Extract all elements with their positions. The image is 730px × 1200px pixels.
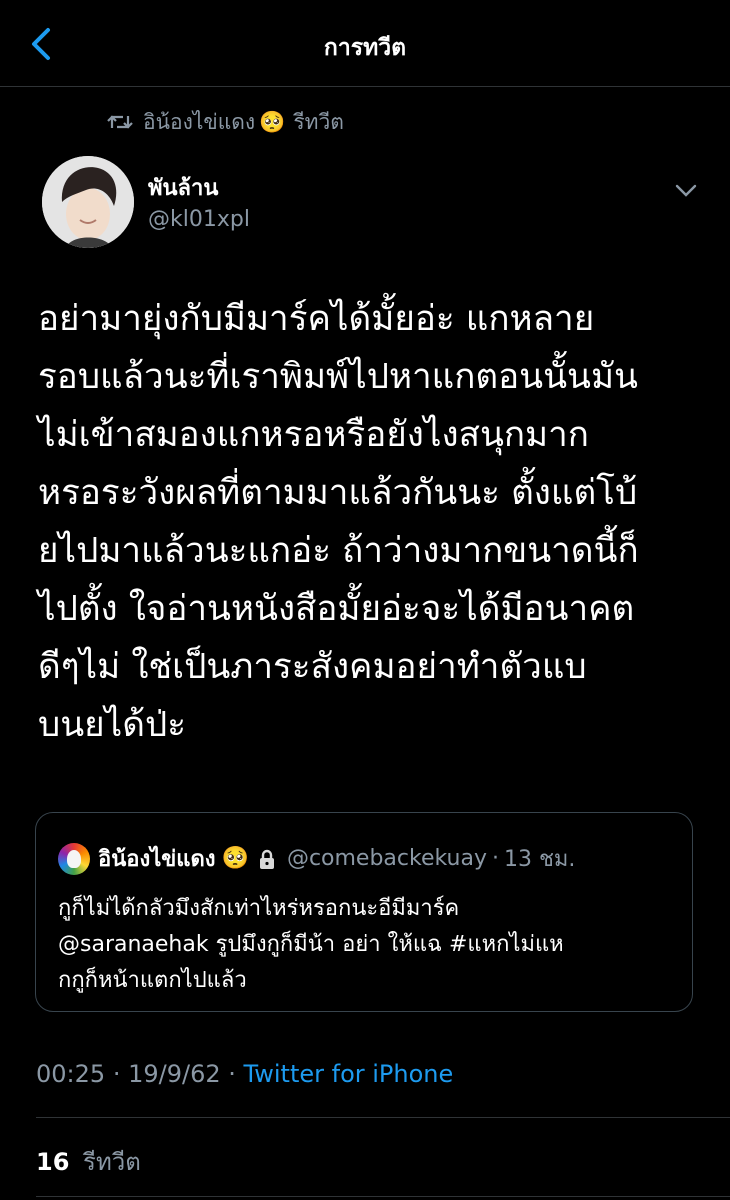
tweet-line: อย่ามายุ่งกับมีมาร์คได้มั้ยอ่ะ แกหลาย: [38, 299, 595, 339]
quoted-tweet-line: กูก็ไม่ได้กลัวมึงสักเท่าไหร่หรอกนะอีมีมา…: [58, 896, 460, 921]
retweeted-label: รีทวีต: [293, 109, 344, 134]
tweet-line: บนยได้ป่ะ: [38, 705, 186, 745]
author-avatar[interactable]: [42, 156, 134, 248]
pleading-face-emoji: 🥺: [221, 846, 249, 871]
author-handle[interactable]: @kl01xpl: [148, 207, 250, 232]
retweet-context[interactable]: อิน้องไข่แดง 🥺 รีทวีต: [107, 106, 344, 138]
tweet-line: ไปตั้ง ใจอ่านหนังสือมั้ยอ่ะจะได้มีอนาคต: [38, 589, 635, 629]
retweet-count-label: รีทวีต: [83, 1148, 141, 1176]
quoted-tweet-body: กูก็ไม่ได้กลัวมึงสักเท่าไหร่หรอกนะอีมีมา…: [58, 891, 564, 999]
divider: [36, 1196, 730, 1197]
separator-dot: ·: [112, 1060, 121, 1088]
page-title: การทวีต: [323, 35, 407, 61]
separator-dot: ·: [228, 1060, 236, 1088]
tweet-time: 00:25: [36, 1060, 106, 1088]
tweet-metadata: 00:25 · 19/9/62 · Twitter for iPhone: [36, 1060, 453, 1088]
author-name[interactable]: พันล้าน: [148, 170, 218, 205]
client-link[interactable]: Twitter for iPhone: [244, 1060, 454, 1088]
tweet-body: อย่ามายุ่งกับมีมาร์คได้มั้ยอ่ะ แกหลาย รอ…: [38, 290, 698, 754]
top-navigation-bar: การทวีต: [0, 0, 730, 87]
quoted-tweet-card[interactable]: อิน้องไข่แดง 🥺 @comebackekuay · 13 ชม. ก…: [35, 812, 693, 1012]
quoted-tweet-line: @saranaehak รูปมึงกูก็มีน้า อย่า ให้แฉ #…: [58, 932, 564, 957]
tweet-date: 19/9/62: [128, 1060, 221, 1088]
divider: [36, 1117, 730, 1118]
quoted-author-handle: @comebackekuay: [286, 846, 487, 871]
avatar-image: [42, 156, 134, 248]
pleading-face-emoji: 🥺: [259, 109, 286, 134]
retweet-icon: [107, 115, 133, 129]
quoted-author-name: อิน้องไข่แดง: [98, 847, 216, 872]
chevron-down-icon: [675, 184, 697, 197]
retweeter-name: อิน้องไข่แดง: [143, 109, 256, 134]
retweet-count: 16: [36, 1148, 70, 1176]
retweet-stats[interactable]: 16 รีทวีต: [36, 1142, 141, 1181]
tweet-line: ยไปมาแล้วนะแกอ่ะ ถ้าว่างมากขนาดนี้ก็: [38, 531, 639, 571]
separator-dot: ·: [492, 846, 499, 871]
quoted-tweet-time: 13 ชม.: [504, 847, 576, 872]
tweet-line: รอบแล้วนะที่เราพิมพ์ไปหาแกตอนนั้นมัน: [38, 357, 638, 397]
quoted-tweet-line: กกูก็หน้าแตกไปแล้ว: [58, 968, 247, 993]
lock-icon: [259, 849, 274, 869]
tweet-line: หรอระวังผลที่ตามมาแล้วกันนะ ตั้งแต่โบ้: [38, 473, 638, 513]
quoted-author-avatar: [58, 842, 90, 875]
tweet-line: ไม่เข้าสมองแกหรอหรือยังไงสนุกมาก: [38, 415, 589, 455]
tweet-options-button[interactable]: [672, 178, 700, 202]
quoted-tweet-header: อิน้องไข่แดง 🥺 @comebackekuay · 13 ชม.: [58, 841, 575, 876]
tweet-line: ดีๆไม่ ใช่เป็นภาระสังคมอย่าทำตัวแบ: [38, 647, 587, 687]
